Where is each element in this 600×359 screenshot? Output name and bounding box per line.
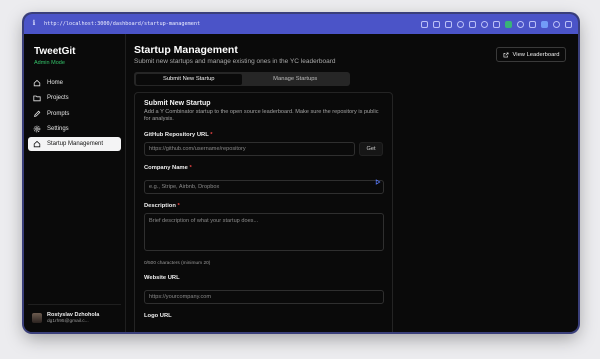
- settings-icon[interactable]: [517, 20, 524, 28]
- company-name-label: Company Name *: [144, 165, 192, 171]
- sidebar: TweetGit Admin Mode Home Projects Prompt…: [24, 34, 126, 332]
- github-url-input[interactable]: [144, 142, 356, 156]
- required-marker: *: [177, 203, 180, 209]
- description-label: Description *: [144, 203, 180, 209]
- user-info: Rostyslav Dzhohola dg1rh95@gmail.c...: [47, 312, 99, 324]
- sidebar-item-projects[interactable]: Projects: [28, 91, 121, 105]
- form-description: Add a Y Combinator startup to the open s…: [144, 109, 379, 122]
- sidebar-item-home[interactable]: Home: [28, 76, 121, 90]
- user-email: dg1rh95@gmail.c...: [47, 318, 89, 324]
- website-url-wrapper: [144, 285, 384, 304]
- green-extension-icon[interactable]: [505, 20, 512, 28]
- avatar: [32, 312, 42, 323]
- browser-window: ℹ http://localhost:3000/dashboard/startu…: [24, 14, 578, 332]
- blue-extension-icon[interactable]: [541, 20, 548, 28]
- gear-icon: [33, 125, 41, 133]
- autofill-icon[interactable]: [375, 179, 381, 185]
- tab-submit-new-startup[interactable]: Submit New Startup: [135, 73, 242, 85]
- sidebar-item-startup-management[interactable]: Startup Management: [28, 137, 121, 152]
- required-marker: *: [210, 132, 213, 138]
- sidebar-nav: Home Projects Prompts Settings Startup M…: [28, 76, 121, 152]
- description-textarea[interactable]: [144, 213, 384, 251]
- sidebar-item-label: Prompts: [47, 110, 70, 117]
- extension-icon[interactable]: [469, 20, 476, 28]
- github-url-label: GitHub Repository URL *: [144, 132, 213, 138]
- tab-icon[interactable]: [493, 20, 500, 28]
- info-icon[interactable]: ℹ: [30, 20, 38, 28]
- pen-icon: [33, 110, 41, 118]
- save-icon[interactable]: [445, 20, 452, 28]
- sidebar-item-label: Projects: [47, 95, 69, 102]
- home-icon: [33, 79, 41, 87]
- company-name-wrapper: [144, 175, 384, 194]
- globe-icon[interactable]: [481, 20, 488, 28]
- website-url-input[interactable]: [144, 290, 384, 304]
- camera-icon[interactable]: [433, 20, 440, 28]
- profile-icon[interactable]: [553, 20, 560, 28]
- user-name: Rostyslav Dzhohola: [47, 311, 100, 318]
- browser-url-bar: ℹ http://localhost:3000/dashboard/startu…: [24, 14, 578, 34]
- menu-icon[interactable]: [565, 20, 572, 28]
- sidebar-item-prompts[interactable]: Prompts: [28, 107, 121, 121]
- character-count: 0/500 characters (minimum 20): [144, 261, 211, 266]
- brand-name: TweetGit: [34, 46, 76, 57]
- sidebar-item-label: Startup Management: [47, 141, 104, 148]
- folder-icon: [33, 94, 41, 102]
- app-body: TweetGit Admin Mode Home Projects Prompt…: [24, 34, 578, 332]
- tab-manage-startups[interactable]: Manage Startups: [242, 74, 349, 85]
- submit-startup-card: Submit New Startup Add a Y Combinator st…: [134, 92, 393, 332]
- view-leaderboard-label: View Leaderboard: [512, 51, 560, 58]
- github-url-row: Get: [144, 142, 383, 156]
- browser-toolbar: [421, 20, 572, 28]
- url-text[interactable]: http://localhost:3000/dashboard/startup-…: [44, 21, 415, 27]
- sidebar-item-label: Settings: [47, 125, 69, 132]
- admin-mode-label: Admin Mode: [34, 60, 65, 66]
- user-profile[interactable]: Rostyslav Dzhohola dg1rh95@gmail.c...: [28, 304, 121, 326]
- logo-url-label: Logo URL: [144, 313, 172, 319]
- company-name-input[interactable]: [144, 180, 384, 194]
- external-link-icon: [503, 52, 508, 57]
- required-marker: *: [189, 165, 192, 171]
- tab-bar: Submit New Startup Manage Startups: [134, 72, 350, 86]
- puzzle-icon[interactable]: [529, 20, 536, 28]
- view-leaderboard-button[interactable]: View Leaderboard: [496, 47, 566, 62]
- get-button[interactable]: Get: [359, 142, 383, 156]
- website-url-label: Website URL: [144, 275, 180, 281]
- main-content: Startup Management Submit new startups a…: [126, 34, 578, 332]
- link-icon[interactable]: [421, 20, 428, 28]
- sidebar-item-label: Home: [47, 80, 64, 86]
- home-icon: [33, 140, 41, 148]
- form-title: Submit New Startup: [144, 100, 211, 107]
- target-icon[interactable]: [457, 20, 464, 28]
- sidebar-item-settings[interactable]: Settings: [28, 122, 121, 136]
